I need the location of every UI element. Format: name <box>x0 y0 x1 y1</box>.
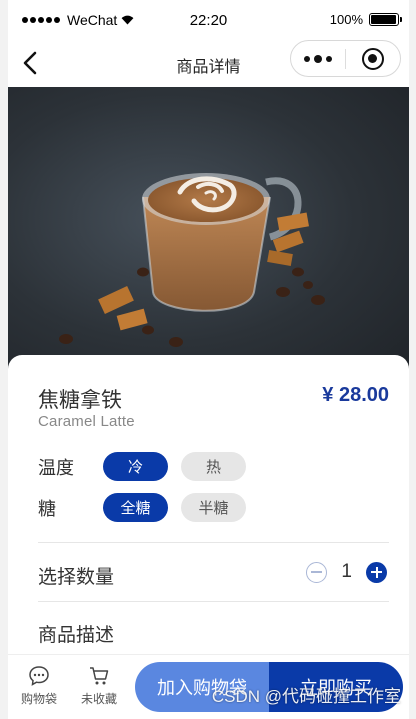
temperature-option-row: 温度 冷 热 <box>38 452 259 481</box>
product-name-english: Caramel Latte <box>38 413 135 430</box>
close-mini-program-button[interactable] <box>346 41 400 76</box>
sugar-half-chip[interactable]: 半糖 <box>181 493 246 522</box>
plus-icon[interactable] <box>366 561 387 583</box>
more-dot-icon <box>326 55 332 62</box>
sugar-full-chip[interactable]: 全糖 <box>103 493 168 522</box>
favorite-tool-button[interactable]: 未收藏 <box>74 665 124 707</box>
quantity-value: 1 <box>341 561 352 582</box>
cart-tool-button[interactable]: 购物袋 <box>14 665 64 707</box>
add-to-cart-button[interactable]: 加入购物袋 <box>135 662 269 712</box>
status-bar: WeChat 22:20 100% <box>8 0 409 40</box>
sugar-label: 糖 <box>38 498 56 519</box>
battery-icon <box>369 13 402 26</box>
buy-now-button[interactable]: 立即购买 <box>269 662 403 712</box>
description-label: 商品描述 <box>38 625 115 646</box>
nav-bar: 商品详情 <box>8 40 409 87</box>
product-price: ¥ 28.00 <box>322 384 389 406</box>
more-dot-icon <box>314 54 322 63</box>
latte-illustration <box>59 173 325 347</box>
quantity-stepper: 1 <box>306 561 387 583</box>
temperature-hot-chip[interactable]: 热 <box>181 452 246 481</box>
product-image <box>8 87 409 379</box>
more-dot-icon <box>304 55 310 62</box>
quantity-label: 选择数量 <box>38 567 115 588</box>
chat-bubble-icon <box>29 666 49 686</box>
bottom-action-bar: 购物袋 未收藏 加入购物袋 立即购买 <box>8 654 409 719</box>
favorite-tool-label: 未收藏 <box>80 692 117 706</box>
battery-percent: 100% <box>329 12 363 27</box>
shopping-cart-icon <box>90 667 109 685</box>
more-button[interactable] <box>291 41 345 76</box>
sugar-option-row: 糖 全糖 半糖 <box>38 493 259 522</box>
mini-program-capsule <box>290 40 401 77</box>
divider <box>38 601 389 602</box>
phone-screen: WeChat 22:20 100% 商品详情 焦糖拿铁 Caramel Latt… <box>8 0 409 719</box>
divider <box>38 542 389 543</box>
product-card: 焦糖拿铁 Caramel Latte ¥ 28.00 温度 冷 热 糖 全糖 半… <box>8 355 409 665</box>
temperature-label: 温度 <box>38 457 74 478</box>
product-name: 焦糖拿铁 <box>38 389 122 412</box>
cart-tool-label: 购物袋 <box>20 692 57 706</box>
target-icon <box>362 47 384 70</box>
minus-icon[interactable] <box>306 561 328 583</box>
temperature-cold-chip[interactable]: 冷 <box>103 452 168 481</box>
status-right: 100% <box>329 12 402 27</box>
